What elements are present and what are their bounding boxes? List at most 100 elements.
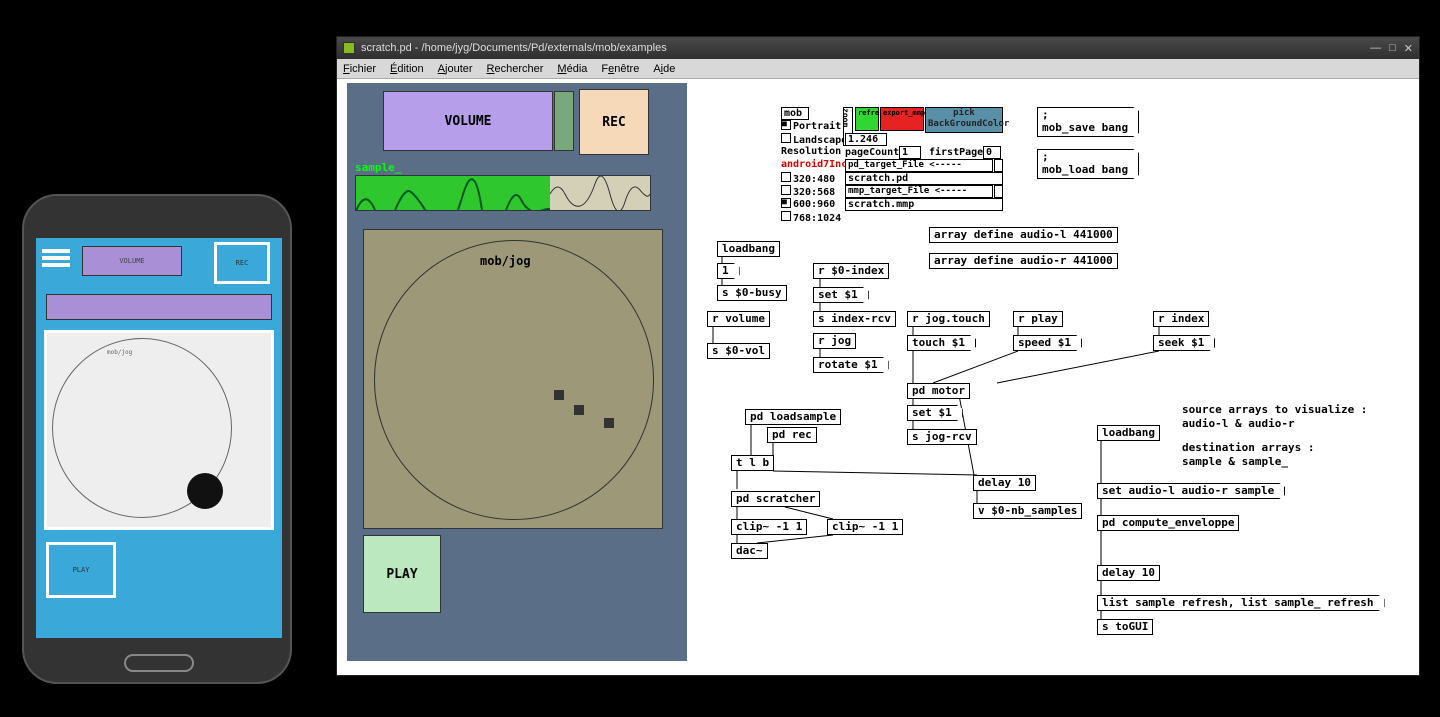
play-button[interactable]: PLAY bbox=[363, 535, 441, 613]
seek-msg[interactable]: seek $1 bbox=[1153, 335, 1215, 351]
menu-search[interactable]: Rechercher bbox=[487, 63, 544, 75]
refresh-button[interactable]: refresh bbox=[855, 107, 879, 131]
browse-bang[interactable] bbox=[994, 185, 1003, 198]
speed-msg[interactable]: speed $1 bbox=[1013, 335, 1082, 351]
rec-button[interactable]: REC bbox=[579, 89, 649, 155]
jog-label: mob/jog bbox=[480, 254, 531, 268]
delay10a-obj[interactable]: delay 10 bbox=[973, 475, 1036, 491]
menu-add[interactable]: Ajouter bbox=[438, 63, 473, 75]
minimize-icon[interactable]: — bbox=[1370, 42, 1381, 55]
zoom-value[interactable]: 1.246 bbox=[845, 133, 887, 146]
phone-waveform bbox=[46, 294, 272, 320]
one-msg[interactable]: 1 bbox=[717, 263, 740, 279]
clip2-obj[interactable]: clip~ -1 1 bbox=[827, 519, 903, 535]
jog-wheel[interactable] bbox=[374, 240, 654, 520]
clip1-obj[interactable]: clip~ -1 1 bbox=[731, 519, 807, 535]
pd-window: scratch.pd - /home/jyg/Documents/Pd/exte… bbox=[336, 36, 1420, 676]
volume-button[interactable]: VOLUME bbox=[383, 91, 553, 151]
r-jogtouch-obj[interactable]: r jog.touch bbox=[907, 311, 990, 327]
titlebar[interactable]: scratch.pd - /home/jyg/Documents/Pd/exte… bbox=[337, 37, 1419, 59]
hamburger-icon[interactable] bbox=[42, 246, 70, 268]
comment-dest-2: sample & sample_ bbox=[1182, 455, 1288, 468]
setaudio-msg[interactable]: set audio-l audio-r sample bbox=[1097, 483, 1285, 499]
volume-side[interactable] bbox=[554, 91, 574, 151]
pick-bgcolor-button[interactable]: pickBackGroundColor bbox=[925, 107, 1003, 133]
res3-check[interactable] bbox=[781, 198, 791, 208]
window-title: scratch.pd - /home/jyg/Documents/Pd/exte… bbox=[361, 42, 667, 54]
delay10b-obj[interactable]: delay 10 bbox=[1097, 565, 1160, 581]
mob-save-msg[interactable]: ;mob_save bang bbox=[1037, 107, 1139, 137]
touch-msg[interactable]: touch $1 bbox=[907, 335, 976, 351]
r-jog-obj[interactable]: r jog bbox=[813, 333, 856, 349]
r-index2-obj[interactable]: r index bbox=[1153, 311, 1209, 327]
res4-check[interactable] bbox=[781, 211, 791, 221]
menu-edit[interactable]: Édition bbox=[390, 63, 424, 75]
portrait-check[interactable] bbox=[781, 120, 791, 130]
loadbang2-obj[interactable]: loadbang bbox=[1097, 425, 1160, 441]
s-busy-obj[interactable]: s $0-busy bbox=[717, 285, 787, 301]
phone-mockup: VOLUME REC mob/jog PLAY bbox=[22, 194, 292, 684]
dac-obj[interactable]: dac~ bbox=[731, 543, 768, 559]
phone-jog-container: mob/jog bbox=[44, 330, 274, 530]
waveform-display[interactable] bbox=[355, 175, 651, 211]
set1b-msg[interactable]: set $1 bbox=[907, 405, 963, 421]
comment-dest-1: destination arrays : bbox=[1182, 441, 1314, 454]
device-label: android7Inch bbox=[781, 159, 853, 170]
gui-panel: VOLUME REC sample_ mob/jog bbox=[347, 83, 687, 661]
jog-dot bbox=[604, 418, 614, 428]
pd-rec-obj[interactable]: pd rec bbox=[767, 427, 817, 443]
comment-source-2: audio-l & audio-r bbox=[1182, 417, 1295, 430]
pagecount-label: pageCount bbox=[845, 147, 899, 158]
set1-msg[interactable]: set $1 bbox=[813, 287, 869, 303]
pd-compute-obj[interactable]: pd compute_enveloppe bbox=[1097, 515, 1239, 531]
r-play-obj[interactable]: r play bbox=[1013, 311, 1063, 327]
phone-rec-button[interactable]: REC bbox=[214, 242, 270, 284]
s-jogrcv-obj[interactable]: s jog-rcv bbox=[907, 429, 977, 445]
firstpage-value[interactable]: 0 bbox=[983, 146, 1001, 159]
pd-target-value[interactable]: scratch.pd bbox=[845, 172, 1003, 185]
arraydef-r-obj[interactable]: array define audio-r 441000 bbox=[929, 253, 1118, 269]
pd-scratcher-obj[interactable]: pd scratcher bbox=[731, 491, 820, 507]
jog-dot bbox=[554, 390, 564, 400]
res1-check[interactable] bbox=[781, 172, 791, 182]
pd-motor-obj[interactable]: pd motor bbox=[907, 383, 970, 399]
phone-jog-label: mob/jog bbox=[107, 349, 132, 356]
menu-help[interactable]: Aide bbox=[653, 63, 675, 75]
arraydef-l-obj[interactable]: array define audio-l 441000 bbox=[929, 227, 1118, 243]
r-index-obj[interactable]: r $0-index bbox=[813, 263, 889, 279]
pagecount-value[interactable]: 1 bbox=[899, 146, 921, 159]
jog-dot bbox=[574, 405, 584, 415]
export-button[interactable]: export_mmp bbox=[880, 107, 924, 131]
sample-label: sample_ bbox=[355, 161, 401, 174]
close-icon[interactable]: ✕ bbox=[1404, 42, 1413, 55]
loadbang-obj[interactable]: loadbang bbox=[717, 241, 780, 257]
pd-loadsample-obj[interactable]: pd loadsample bbox=[745, 409, 841, 425]
phone-screen: VOLUME REC mob/jog PLAY bbox=[36, 238, 282, 638]
phone-home-button[interactable] bbox=[124, 654, 194, 672]
mmp-target-label: mmp_target_File <----- browse bbox=[845, 185, 993, 198]
tlb-obj[interactable]: t l b bbox=[731, 455, 774, 471]
s-vol-obj[interactable]: s $0-vol bbox=[707, 343, 770, 359]
maximize-icon[interactable]: □ bbox=[1389, 42, 1396, 55]
rotate-msg[interactable]: rotate $1 bbox=[813, 357, 889, 373]
firstpage-label: firstPage bbox=[929, 147, 983, 158]
v-nbsamples-obj[interactable]: v $0-nb_samples bbox=[973, 503, 1082, 519]
reset-bang[interactable] bbox=[994, 159, 1003, 172]
menubar: Fichier Édition Ajouter Rechercher Média… bbox=[337, 59, 1419, 79]
mob-control-panel: mob Portrait Landscape Resolution androi… bbox=[781, 107, 1005, 225]
s-indexrcv-obj[interactable]: s index-rcv bbox=[813, 311, 896, 327]
landscape-check[interactable] bbox=[781, 133, 791, 143]
res2-check[interactable] bbox=[781, 185, 791, 195]
mmp-target-value[interactable]: scratch.mmp bbox=[845, 198, 1003, 211]
menu-media[interactable]: Média bbox=[557, 63, 587, 75]
listrefresh-msg[interactable]: list sample refresh, list sample_ refres… bbox=[1097, 595, 1385, 611]
phone-volume-button[interactable]: VOLUME bbox=[82, 246, 182, 276]
r-volume-obj[interactable]: r volume bbox=[707, 311, 770, 327]
menu-window[interactable]: Fenêtre bbox=[601, 63, 639, 75]
phone-play-button[interactable]: PLAY bbox=[46, 542, 116, 598]
s-togui-obj[interactable]: s toGUI bbox=[1097, 619, 1153, 635]
mob-load-msg[interactable]: ;mob_load bang bbox=[1037, 149, 1139, 179]
pd-target-label: pd_target_File <----- reset bbox=[845, 159, 993, 172]
menu-file[interactable]: Fichier bbox=[343, 63, 376, 75]
pd-canvas[interactable]: VOLUME REC sample_ mob/jog bbox=[337, 79, 1419, 675]
